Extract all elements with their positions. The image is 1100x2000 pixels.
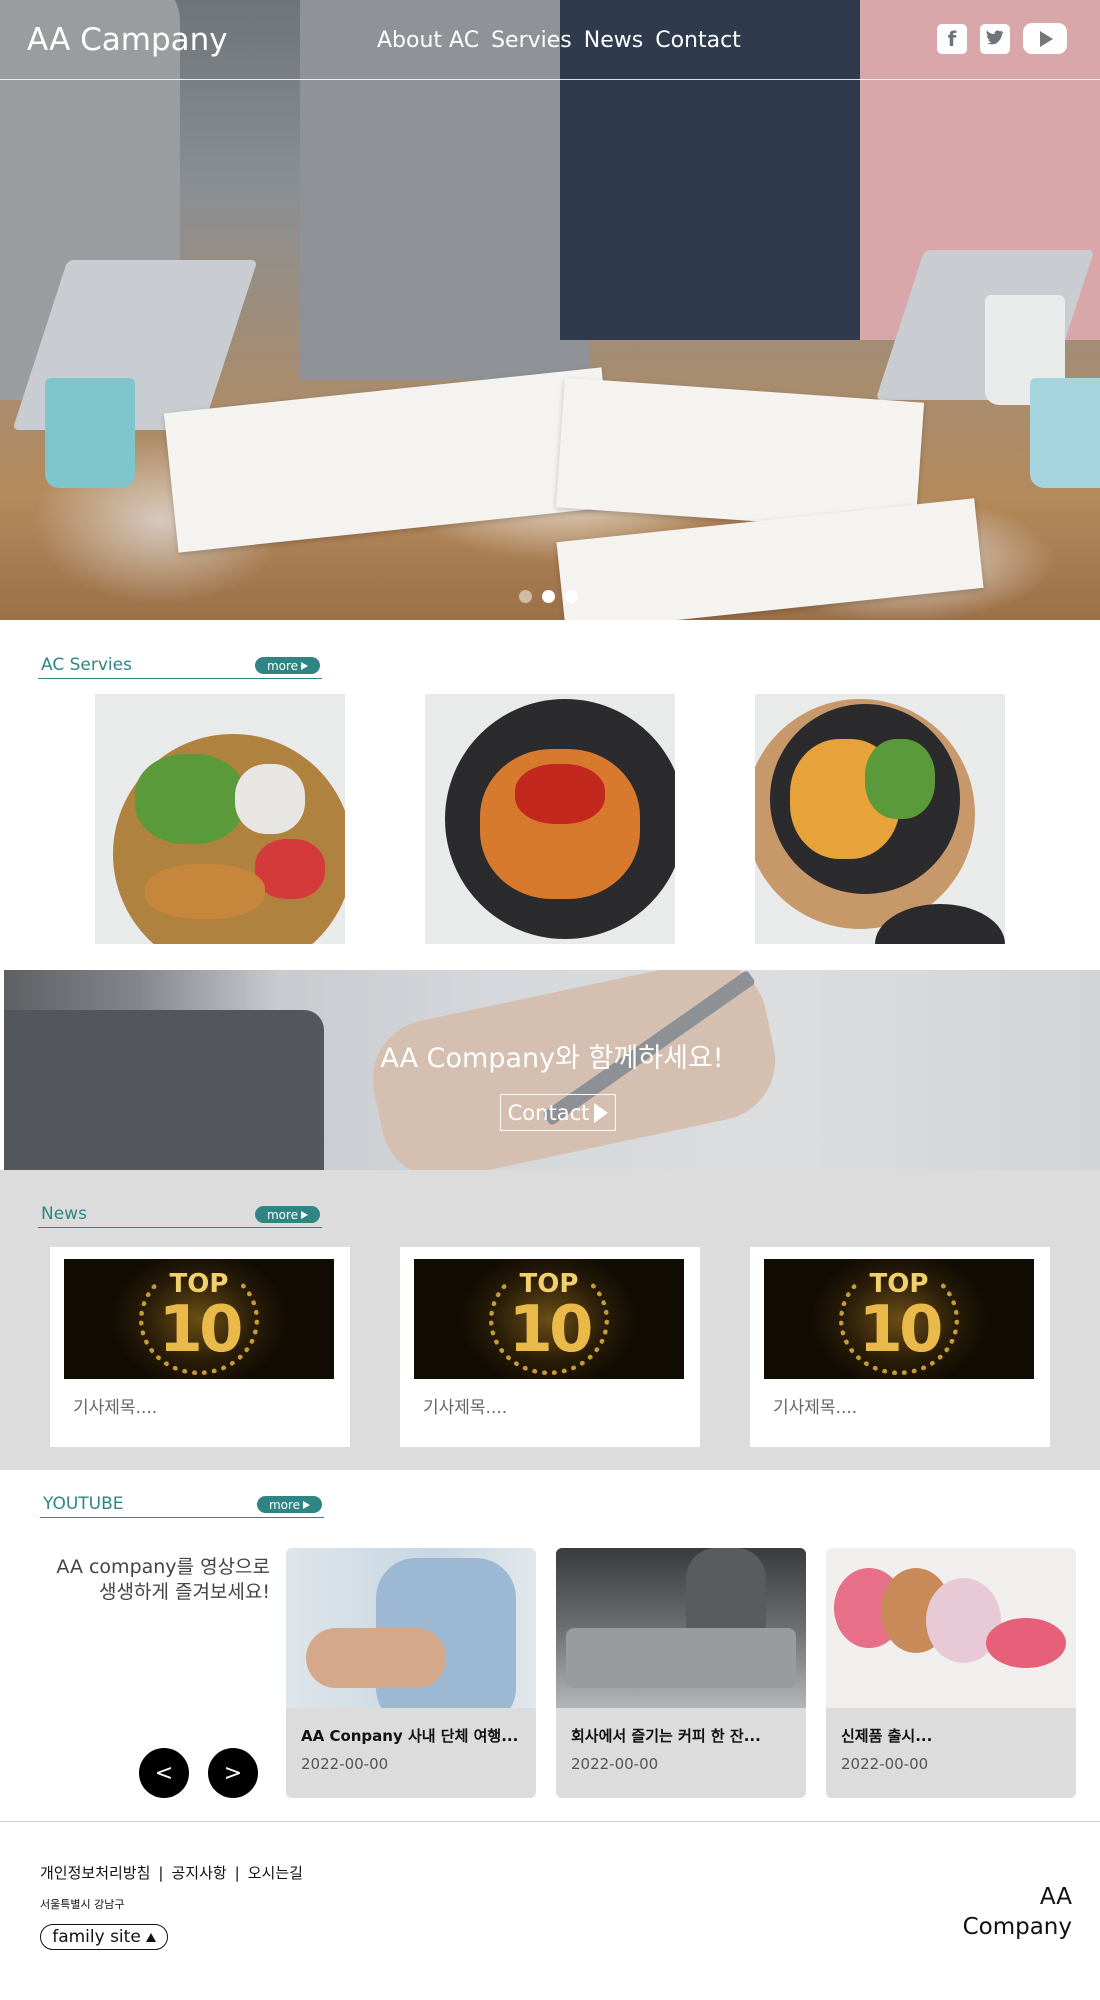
services-title: AC Servies: [41, 655, 132, 675]
footer-address: 서울특별시 강남구: [40, 1898, 125, 1911]
hero-photo-person: [300, 0, 590, 380]
footer-links: 개인정보처리방침 | 공지사항 | 오시는길: [40, 1862, 303, 1883]
news-caption: 기사제목....: [773, 1398, 858, 1418]
nav-about[interactable]: About AC: [377, 28, 479, 53]
news-badge-number: 10: [158, 1293, 243, 1367]
hero-photo-cup: [1030, 378, 1100, 488]
footer-separator: |: [158, 1863, 164, 1882]
family-site-label: family site: [52, 1927, 141, 1947]
news-more-button[interactable]: more: [255, 1206, 320, 1223]
video-title: 회사에서 즐기는 커피 한 잔...: [571, 1727, 761, 1745]
video-thumbnail: [556, 1548, 806, 1708]
news-thumbnail: TOP 10: [64, 1259, 334, 1379]
play-icon: [594, 1102, 609, 1123]
family-site-select[interactable]: family site: [40, 1924, 168, 1950]
news-card[interactable]: TOP 10 기사제목....: [400, 1247, 700, 1447]
footer-link-directions[interactable]: 오시는길: [248, 1862, 303, 1883]
service-image[interactable]: [95, 694, 345, 944]
twitter-icon[interactable]: [980, 23, 1010, 54]
footer-link-notice[interactable]: 공지사항: [171, 1862, 226, 1883]
video-card[interactable]: AA Conpany 사내 단체 여행... 2022-00-00: [286, 1548, 536, 1798]
footer-separator: |: [234, 1863, 240, 1882]
video-thumbnail: [286, 1548, 536, 1708]
facebook-glyph: f: [947, 26, 957, 51]
page: AA Campany About AC Servies News Contact…: [0, 0, 1100, 2000]
youtube-title: YOUTUBE: [43, 1494, 124, 1514]
food-pepper: [515, 764, 605, 824]
news-badge-number: 10: [508, 1293, 593, 1367]
service-image[interactable]: [755, 694, 1005, 944]
video-photo-donut: [986, 1618, 1066, 1668]
video-card[interactable]: 회사에서 즐기는 커피 한 잔... 2022-00-00: [556, 1548, 806, 1798]
prev-button[interactable]: <: [139, 1748, 189, 1798]
nav-news[interactable]: News: [584, 28, 643, 53]
contact-label: Contact: [507, 1100, 590, 1125]
video-photo-counter: [566, 1628, 796, 1688]
social-links: f: [937, 23, 1067, 54]
news-caption: 기사제목....: [423, 1398, 508, 1418]
food-bowl: [235, 764, 305, 834]
video-date: 2022-00-00: [841, 1755, 929, 1773]
slider-dot[interactable]: [519, 590, 532, 603]
news-caption: 기사제목....: [73, 1398, 158, 1418]
more-label: more: [266, 1207, 299, 1222]
video-date: 2022-00-00: [571, 1755, 659, 1773]
banner-contact-button[interactable]: Contact: [500, 1094, 616, 1131]
more-label: more: [266, 658, 299, 673]
footer-logo: AA Company: [963, 1882, 1072, 1942]
food-salad: [135, 754, 245, 844]
youtube-more-button[interactable]: more: [257, 1496, 322, 1513]
video-title: 신제품 출시...: [841, 1727, 933, 1745]
service-image[interactable]: [425, 694, 675, 944]
youtube-header: YOUTUBE more: [40, 1494, 324, 1518]
site-logo[interactable]: AA Campany: [27, 22, 228, 58]
news-card[interactable]: TOP 10 기사제목....: [50, 1247, 350, 1447]
caret-up-icon: [145, 1932, 156, 1942]
footer-link-privacy[interactable]: 개인정보처리방침: [40, 1862, 150, 1883]
contact-banner: AA Company와 함께하세요! Contact: [4, 970, 1100, 1170]
play-icon: [303, 1500, 311, 1509]
slider-dot[interactable]: [542, 590, 555, 603]
facebook-icon[interactable]: f: [937, 23, 967, 54]
hero-photo-paper: [163, 367, 617, 553]
footer-logo-line: AA: [1039, 1884, 1072, 1910]
video-title: AA Conpany 사내 단체 여행...: [301, 1727, 519, 1745]
youtube-intro-line: AA company를 영상으로: [56, 1556, 270, 1578]
youtube-intro-line: 생생하게 즐겨보세요!: [99, 1581, 270, 1603]
services-more-button[interactable]: more: [255, 657, 320, 674]
food-salad: [865, 739, 935, 819]
more-label: more: [268, 1497, 301, 1512]
news-title: News: [41, 1204, 87, 1224]
video-photo-arm: [306, 1628, 446, 1688]
next-button[interactable]: >: [208, 1748, 258, 1798]
news-header: News more: [38, 1204, 322, 1228]
news-card[interactable]: TOP 10 기사제목....: [750, 1247, 1050, 1447]
slider-dot[interactable]: [565, 590, 578, 603]
slider-dots: [519, 590, 578, 603]
header-divider: [0, 79, 1100, 80]
youtube-icon[interactable]: [1023, 23, 1067, 54]
food-rolls: [145, 864, 265, 919]
food-bowl: [255, 839, 325, 899]
video-thumbnail: [826, 1548, 1076, 1708]
hero-slider: AA Campany About AC Servies News Contact…: [0, 0, 1100, 620]
footer-divider: [0, 1821, 1100, 1822]
hero-photo-cup: [45, 378, 135, 488]
news-thumbnail: TOP 10: [414, 1259, 684, 1379]
banner-title: AA Company와 함께하세요!: [380, 1043, 724, 1074]
twitter-bird-glyph: [986, 29, 1004, 44]
video-date: 2022-00-00: [301, 1755, 389, 1773]
services-header: AC Servies more: [38, 655, 322, 679]
play-icon: [301, 1210, 309, 1219]
nav-services[interactable]: Servies: [491, 28, 572, 53]
footer-logo-line: Company: [962, 1914, 1072, 1940]
video-card[interactable]: 신제품 출시... 2022-00-00: [826, 1548, 1076, 1798]
news-thumbnail: TOP 10: [764, 1259, 1034, 1379]
main-nav: About AC Servies News Contact: [377, 28, 741, 53]
play-icon: [301, 661, 309, 670]
nav-contact[interactable]: Contact: [655, 28, 741, 53]
news-badge-number: 10: [858, 1293, 943, 1367]
youtube-intro: AA company를 영상으로 생생하게 즐겨보세요!: [30, 1555, 270, 1605]
